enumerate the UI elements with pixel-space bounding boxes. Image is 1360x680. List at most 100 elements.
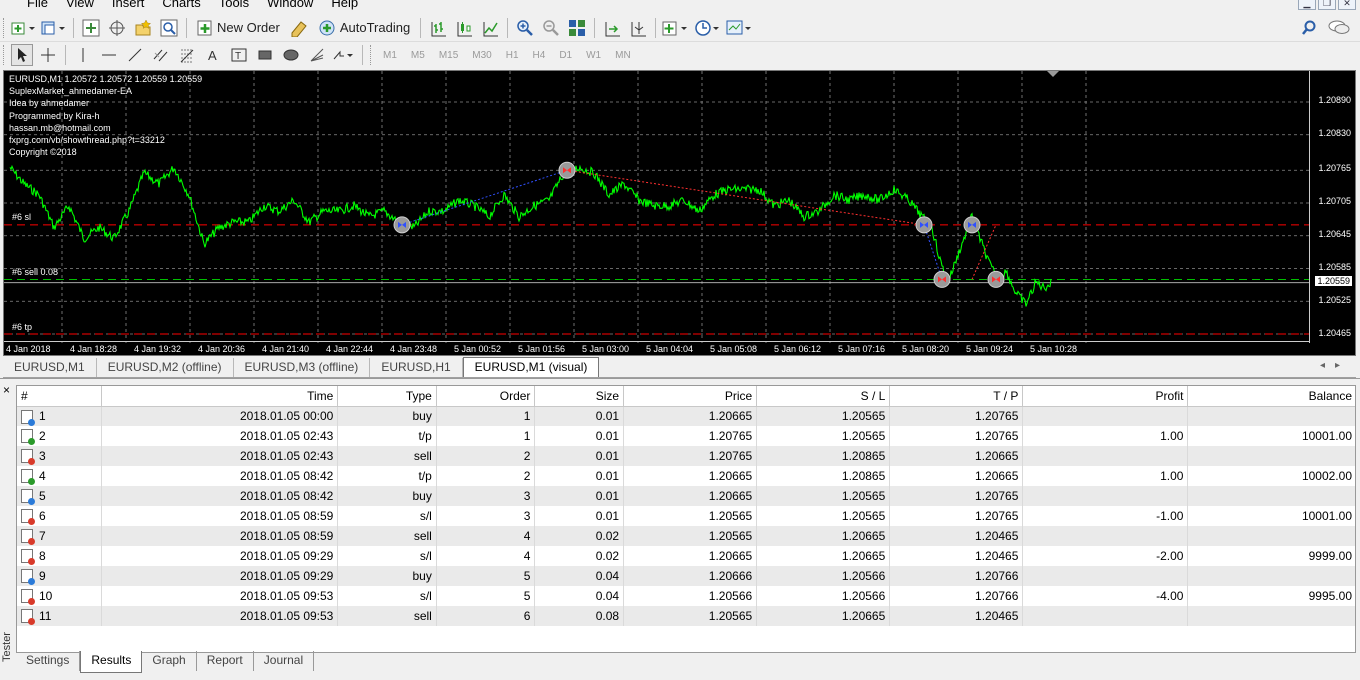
menu-view[interactable]: View [57, 0, 103, 12]
vertical-line-icon[interactable] [72, 44, 94, 66]
close-window-button[interactable]: ✕ [1338, 0, 1356, 10]
cell-profit [1022, 606, 1189, 626]
terminal-icon[interactable] [158, 17, 180, 39]
data-window-icon[interactable] [106, 17, 128, 39]
text-label-icon[interactable]: T [228, 44, 250, 66]
fibo-fan-icon[interactable] [306, 44, 328, 66]
timeframe-d1[interactable]: D1 [559, 50, 572, 61]
menu-insert[interactable]: Insert [103, 0, 154, 12]
candlestick-icon[interactable] [453, 17, 475, 39]
close-panel-button[interactable]: × [3, 383, 10, 397]
navigator-icon[interactable] [132, 17, 154, 39]
chart-tab[interactable]: EURUSD,H1 [370, 358, 463, 377]
ellipse-icon[interactable] [280, 44, 302, 66]
new-order-button[interactable]: New Order [193, 17, 284, 39]
autotrading-button[interactable]: AutoTrading [314, 17, 414, 39]
bar-chart-icon[interactable] [427, 17, 449, 39]
cell-size: 0.01 [534, 426, 625, 446]
search-icon[interactable] [1298, 17, 1320, 39]
timeframe-w1[interactable]: W1 [586, 50, 601, 61]
metaeditor-icon[interactable] [288, 17, 310, 39]
timeframe-mn[interactable]: MN [615, 50, 631, 61]
indicators-icon[interactable] [662, 17, 690, 39]
restore-button[interactable]: ❐ [1318, 0, 1336, 10]
table-row[interactable]: 8 2018.01.05 09:29 s/l 4 0.02 1.20665 1.20665 1… [17, 546, 1355, 566]
cell-profit: 1.00 [1022, 426, 1189, 446]
timeframe-m15[interactable]: M15 [439, 50, 458, 61]
timeframe-h1[interactable]: H1 [506, 50, 519, 61]
periods-icon[interactable] [694, 17, 722, 39]
svg-text:T: T [235, 51, 241, 62]
cell-time: 2018.01.05 08:42 [101, 466, 339, 486]
equidistant-channel-icon[interactable] [150, 44, 172, 66]
column-header[interactable]: T / P [889, 386, 1024, 407]
timeframe-m5[interactable]: M5 [411, 50, 425, 61]
table-row[interactable]: 11 2018.01.05 09:53 sell 6 0.08 1.20565 1.2066… [17, 606, 1355, 626]
table-row[interactable]: 4 2018.01.05 08:42 t/p 2 0.01 1.20665 1.20865 1… [17, 466, 1355, 486]
results-table[interactable]: # Time Type Order Size Price S / L T / P… [16, 385, 1356, 653]
minimize-button[interactable]: ▁ [1298, 0, 1316, 10]
text-icon[interactable]: A [202, 44, 224, 66]
tab-settings[interactable]: Settings [16, 651, 81, 671]
templates-icon[interactable] [726, 17, 754, 39]
new-chart-button[interactable] [11, 17, 37, 39]
zoom-out-icon[interactable] [540, 17, 562, 39]
price-chart[interactable]: EURUSD,M1 1.20572 1.20572 1.20559 1.2055… [3, 70, 1356, 356]
table-row[interactable]: 2 2018.01.05 02:43 t/p 1 0.01 1.20765 1.20565 1… [17, 426, 1355, 446]
chat-icon[interactable] [1328, 17, 1350, 39]
menu-window[interactable]: Window [258, 0, 322, 12]
line-chart-icon[interactable] [479, 17, 501, 39]
tab-scroll-arrows[interactable]: ◂▸ [1320, 360, 1350, 371]
profiles-button[interactable] [41, 17, 67, 39]
horizontal-line-icon[interactable] [98, 44, 120, 66]
timeframe-m30[interactable]: M30 [472, 50, 491, 61]
chart-tab-active[interactable]: EURUSD,M1 (visual) [462, 357, 600, 377]
column-header[interactable]: # [17, 386, 103, 407]
trendline-icon[interactable] [124, 44, 146, 66]
table-row[interactable]: 1 2018.01.05 00:00 buy 1 0.01 1.20665 1.20565 1… [17, 406, 1355, 426]
tab-results[interactable]: Results [80, 651, 143, 673]
tile-windows-icon[interactable] [566, 17, 588, 39]
timeframe-h4[interactable]: H4 [533, 50, 546, 61]
crosshair-icon[interactable] [37, 44, 59, 66]
drawing-toolbar: A T M1 M5 M15 M30 H1 H4 D1 W1 MN [0, 42, 1360, 68]
chart-tab[interactable]: EURUSD,M1 [3, 358, 97, 377]
zoom-in-icon[interactable] [514, 17, 536, 39]
chart-shift-icon[interactable] [627, 17, 649, 39]
cell-tp: 1.20765 [889, 506, 1024, 526]
column-header[interactable]: Time [101, 386, 339, 407]
cell-sl: 1.20665 [756, 606, 891, 626]
table-row[interactable]: 3 2018.01.05 02:43 sell 2 0.01 1.20765 1.20865… [17, 446, 1355, 466]
column-header[interactable]: Size [534, 386, 625, 407]
column-header[interactable]: Type [337, 386, 437, 407]
rectangle-icon[interactable] [254, 44, 276, 66]
column-header[interactable]: Balance [1187, 386, 1355, 407]
tab-graph[interactable]: Graph [142, 651, 197, 671]
column-header[interactable]: Order [436, 386, 536, 407]
menu-file[interactable]: File [0, 0, 57, 12]
table-row[interactable]: 7 2018.01.05 08:59 sell 4 0.02 1.20565 1.20665… [17, 526, 1355, 546]
auto-scroll-icon[interactable] [601, 17, 623, 39]
table-row[interactable]: 6 2018.01.05 08:59 s/l 3 0.01 1.20565 1.20565 1… [17, 506, 1355, 526]
table-row[interactable]: 9 2018.01.05 09:29 buy 5 0.04 1.20666 1.20566 1… [17, 566, 1355, 586]
tab-report[interactable]: Report [197, 651, 254, 671]
chart-tab[interactable]: EURUSD,M3 (offline) [234, 358, 371, 377]
column-header[interactable]: Profit [1022, 386, 1189, 407]
column-header[interactable]: S / L [756, 386, 891, 407]
market-watch-icon[interactable] [80, 17, 102, 39]
arrows-icon[interactable] [332, 44, 356, 66]
tab-journal[interactable]: Journal [254, 651, 315, 671]
column-header[interactable]: Price [623, 386, 758, 407]
table-row[interactable]: 5 2018.01.05 08:42 buy 3 0.01 1.20665 1.20565 1… [17, 486, 1355, 506]
chart-tab[interactable]: EURUSD,M2 (offline) [97, 358, 234, 377]
menu-help[interactable]: Help [322, 0, 367, 12]
fibonacci-icon[interactable] [176, 44, 198, 66]
cell-time: 2018.01.05 08:59 [101, 506, 339, 526]
menu-charts[interactable]: Charts [153, 0, 209, 12]
table-row[interactable]: 10 2018.01.05 09:53 s/l 5 0.04 1.20566 1.20566… [17, 586, 1355, 606]
cell-balance: 10001.00 [1187, 426, 1355, 446]
menu-tools[interactable]: Tools [210, 0, 258, 12]
price-tick: 1.20890 [1318, 95, 1351, 105]
cursor-icon[interactable] [11, 44, 33, 66]
timeframe-m1[interactable]: M1 [383, 50, 397, 61]
